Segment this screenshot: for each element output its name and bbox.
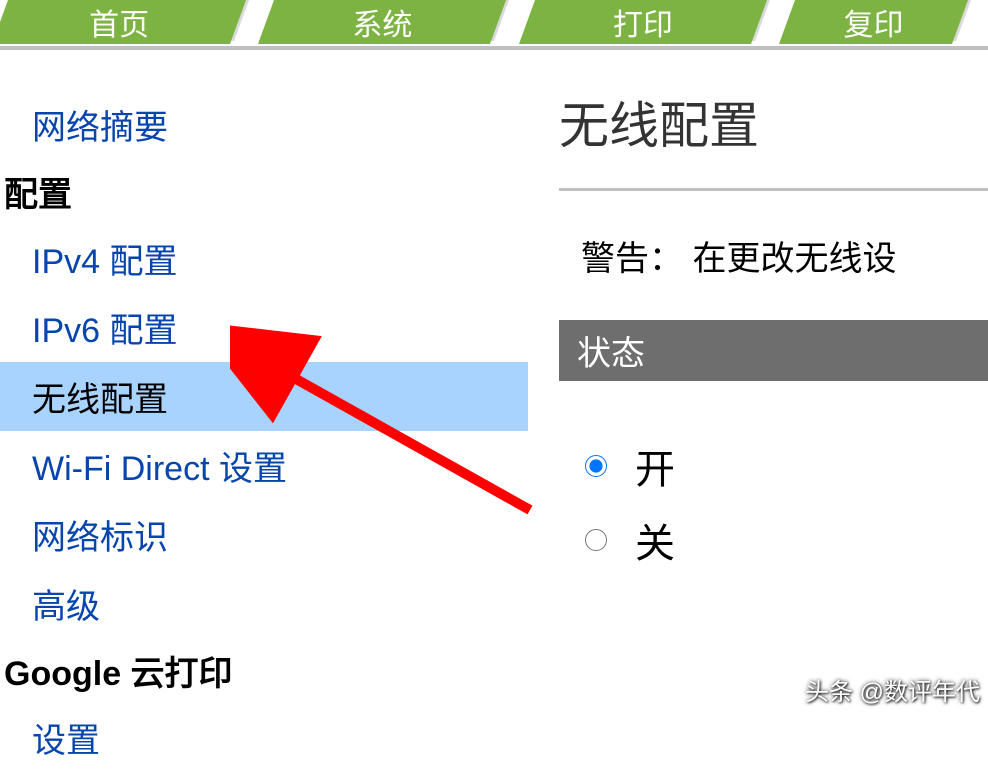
sidebar-settings[interactable]: 设置 [0, 703, 528, 772]
tab-home-label: 首页 [83, 0, 155, 44]
radio-on[interactable]: 开 [585, 429, 988, 503]
sidebar: 网络摘要 配置 IPv4 配置 IPv6 配置 无线配置 Wi-Fi Direc… [0, 50, 528, 713]
sidebar-network-summary[interactable]: 网络摘要 [0, 90, 528, 159]
sidebar-network-id[interactable]: 网络标识 [0, 500, 528, 569]
page-title: 无线配置 [559, 50, 988, 188]
radio-on-input[interactable] [585, 455, 607, 477]
watermark: 头条 @数评年代 [805, 672, 980, 707]
tab-print[interactable]: 打印 [527, 0, 759, 44]
status-radio-group: 开 关 [559, 381, 988, 577]
tab-copy-label: 复印 [838, 0, 910, 44]
tab-print-label: 打印 [607, 0, 679, 44]
content-area: 网络摘要 配置 IPv4 配置 IPv6 配置 无线配置 Wi-Fi Direc… [0, 50, 988, 713]
sidebar-wifi-direct[interactable]: Wi-Fi Direct 设置 [0, 431, 528, 500]
tab-home[interactable]: 首页 [0, 0, 238, 44]
sidebar-ipv6-config[interactable]: IPv6 配置 [0, 293, 528, 362]
sidebar-wireless-config[interactable]: 无线配置 [0, 362, 528, 431]
radio-off-label: 关 [635, 511, 675, 569]
sidebar-heading-config: 配置 [0, 159, 528, 224]
tab-copy[interactable]: 复印 [787, 0, 960, 44]
status-section-header: 状态 [559, 320, 988, 381]
sidebar-advanced[interactable]: 高级 [0, 569, 528, 638]
tab-system[interactable]: 系统 [266, 0, 498, 44]
radio-off[interactable]: 关 [585, 503, 988, 577]
tab-bar: 首页 系统 打印 复印 [0, 0, 988, 44]
radio-on-label: 开 [635, 437, 675, 495]
sidebar-ipv4-config[interactable]: IPv4 配置 [0, 224, 528, 293]
sidebar-heading-google: Google 云打印 [0, 638, 528, 703]
warning-text: 警告： 在更改无线设 [559, 191, 988, 320]
tab-system-label: 系统 [346, 0, 418, 44]
radio-off-input[interactable] [585, 529, 607, 551]
main-panel: 无线配置 警告： 在更改无线设 状态 开 关 [528, 50, 988, 713]
